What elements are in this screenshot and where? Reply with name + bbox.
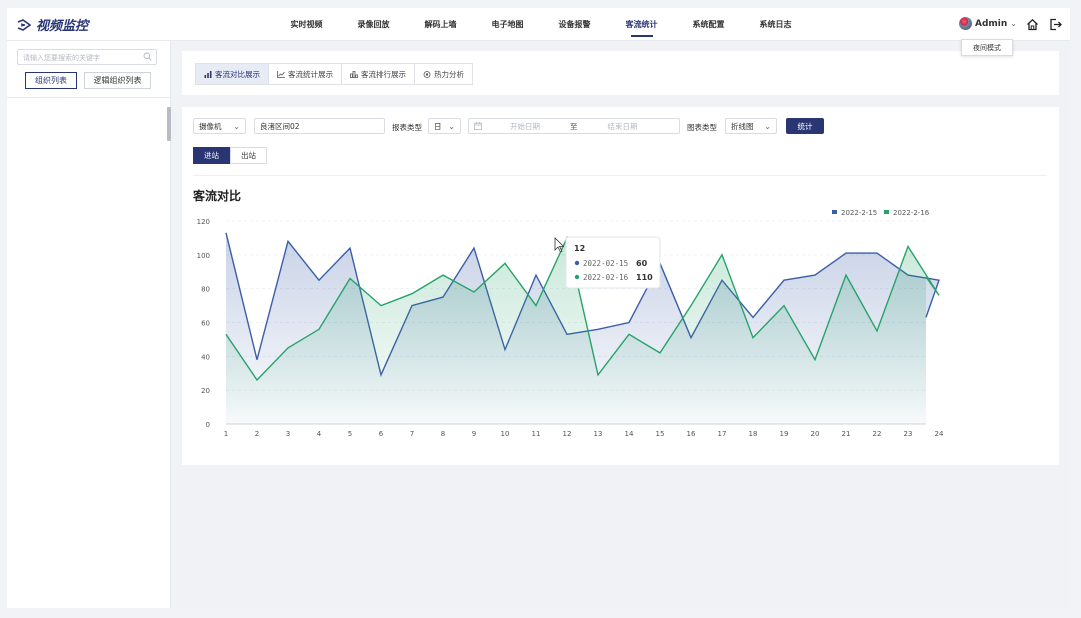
sidebar: 请输入您要搜索的关键字 组织列表 逻辑组织列表 <box>7 41 171 608</box>
tooltip-value: 110 <box>636 273 653 282</box>
x-tick-label: 9 <box>472 430 476 438</box>
nav-item-alarm[interactable]: 设备报警 <box>541 8 608 41</box>
x-tick-label: 8 <box>441 430 445 438</box>
tooltip-value: 60 <box>636 259 648 268</box>
nav-item-config[interactable]: 系统配置 <box>675 8 742 41</box>
x-tick-label: 13 <box>594 430 603 438</box>
search-placeholder: 请输入您要搜索的关键字 <box>23 54 100 62</box>
x-tick-label: 12 <box>563 430 572 438</box>
x-tick-label: 6 <box>379 430 384 438</box>
tooltip-label: 2022-02-16 <box>583 273 629 282</box>
tab-label: 客流排行展示 <box>361 69 406 79</box>
chart-panel: 摄像机 ⌄ 良渚区间02 报表类型 日 ⌄ 开始日期 至 结束日期 图表类型 折… <box>182 107 1059 465</box>
ranking-icon <box>350 70 358 78</box>
y-tick-label: 60 <box>201 320 210 328</box>
nav-item-log[interactable]: 系统日志 <box>742 8 809 41</box>
tab-org-list[interactable]: 组织列表 <box>25 72 77 89</box>
nav-item-decode[interactable]: 解码上墙 <box>407 8 474 41</box>
sidebar-tabs: 组织列表 逻辑组织列表 <box>25 72 151 89</box>
logo-icon <box>17 18 31 31</box>
tooltip-title: 12 <box>574 244 585 253</box>
x-tick-label: 10 <box>501 430 510 438</box>
y-tick-label: 120 <box>197 218 210 226</box>
tab-heat[interactable]: 热力分析 <box>415 64 472 84</box>
tooltip-dot <box>574 260 580 266</box>
legend-label: 2022-2-16 <box>893 209 930 217</box>
y-tick-label: 20 <box>201 387 210 395</box>
y-tick-label: 100 <box>197 252 210 260</box>
tooltip-label: 2022-02-15 <box>583 259 628 268</box>
search-icon[interactable] <box>143 52 152 63</box>
x-tick-label: 2 <box>255 430 259 438</box>
main-nav: 实时视频 录像回放 解码上墙 电子地图 设备报警 客流统计 系统配置 系统日志 <box>273 8 809 41</box>
sidebar-scrollbar[interactable] <box>167 107 171 141</box>
app-title: 视频监控 <box>36 19 89 34</box>
x-tick-label: 15 <box>656 430 665 438</box>
divider <box>7 97 171 98</box>
x-tick-label: 22 <box>873 430 882 438</box>
night-mode-tooltip[interactable]: 夜间模式 <box>961 39 1013 56</box>
legend-swatch <box>884 210 889 214</box>
tab-compare[interactable]: 客流对比展示 <box>196 64 269 84</box>
brand[interactable]: 视频监控 <box>17 15 88 34</box>
search-input[interactable]: 请输入您要搜索的关键字 <box>17 49 157 65</box>
x-tick-label: 24 <box>935 430 944 438</box>
nav-item-traffic[interactable]: 客流统计 <box>608 8 675 41</box>
tab-label: 客流统计展示 <box>288 69 333 79</box>
bar-chart-icon <box>204 70 212 78</box>
x-tick-label: 18 <box>749 430 758 438</box>
tooltip-dot <box>574 274 580 280</box>
app-window: 视频监控 实时视频 录像回放 解码上墙 电子地图 设备报警 客流统计 系统配置 … <box>7 8 1070 608</box>
x-tick-label: 5 <box>348 430 352 438</box>
x-tick-label: 21 <box>842 430 851 438</box>
chevron-down-icon: ⌄ <box>1010 19 1017 28</box>
tab-ranking[interactable]: 客流排行展示 <box>342 64 415 84</box>
tab-stats[interactable]: 客流统计展示 <box>269 64 342 84</box>
x-tick-label: 23 <box>904 430 913 438</box>
user-name: Admin <box>975 18 1008 29</box>
x-tick-label: 14 <box>625 430 634 438</box>
x-tick-label: 16 <box>687 430 696 438</box>
nav-item-map[interactable]: 电子地图 <box>474 8 541 41</box>
legend-swatch <box>832 210 837 214</box>
view-tabs-panel: 客流对比展示 客流统计展示 客流排行展示 热力分析 <box>182 51 1059 95</box>
traffic-chart: 0204060801001201 2 3 4 5 6 7 8 9 10 11 12 13 14 15 16 17… <box>197 209 944 438</box>
top-bar: 视频监控 实时视频 录像回放 解码上墙 电子地图 设备报警 客流统计 系统配置 … <box>7 8 1070 41</box>
y-tick-label: 40 <box>201 353 210 361</box>
tab-label: 客流对比展示 <box>215 69 260 79</box>
home-icon[interactable] <box>1024 16 1040 32</box>
nav-item-playback[interactable]: 录像回放 <box>340 8 407 41</box>
y-tick-label: 0 <box>206 421 210 429</box>
nav-item-realtime[interactable]: 实时视频 <box>273 8 340 41</box>
x-tick-label: 4 <box>317 430 322 438</box>
user-menu[interactable]: Admin ⌄ <box>959 17 1017 30</box>
x-tick-label: 20 <box>811 430 820 438</box>
logout-icon[interactable] <box>1047 16 1063 32</box>
x-tick-label: 11 <box>532 430 541 438</box>
x-tick-label: 19 <box>780 430 789 438</box>
heat-icon <box>423 70 431 78</box>
tab-label: 热力分析 <box>434 69 464 79</box>
y-tick-label: 80 <box>201 286 210 294</box>
x-tick-label: 1 <box>224 430 228 438</box>
x-tick-label: 17 <box>718 430 727 438</box>
x-tick-label: 3 <box>286 430 290 438</box>
x-tick-label: 7 <box>410 430 414 438</box>
view-tabs: 客流对比展示 客流统计展示 客流排行展示 热力分析 <box>195 63 473 85</box>
line-chart-icon <box>277 70 285 78</box>
tab-logic-org-list[interactable]: 逻辑组织列表 <box>84 72 151 89</box>
avatar <box>959 17 972 30</box>
legend-label: 2022-2-15 <box>841 209 877 217</box>
